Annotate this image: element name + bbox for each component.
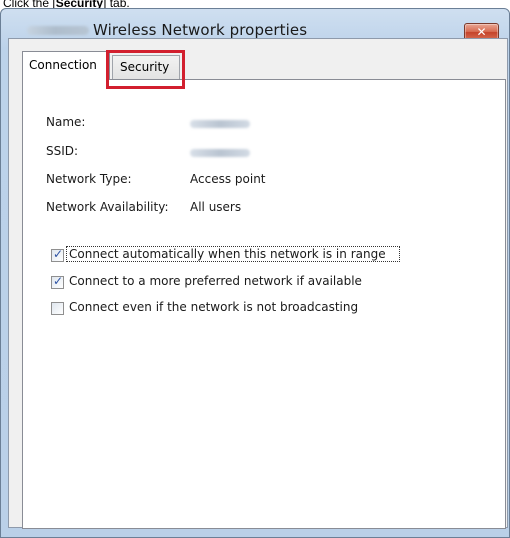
connect-automatically-label[interactable]: Connect automatically when this network …: [69, 247, 386, 261]
connect-preferred-checkbox[interactable]: ✓: [51, 274, 64, 289]
checkmark-icon: ✓: [52, 274, 64, 288]
name-label: Name:: [46, 115, 86, 129]
connect-not-broadcasting-checkbox[interactable]: [51, 302, 64, 315]
network-availability-label: Network Availability:: [46, 200, 169, 214]
close-icon: ✕: [476, 25, 487, 39]
connect-preferred-label[interactable]: Connect to a more preferred network if a…: [69, 274, 362, 288]
network-type-value: Access point: [190, 172, 266, 186]
network-type-label: Network Type:: [46, 172, 132, 186]
connect-automatically-checkbox[interactable]: ✓: [51, 247, 64, 262]
tab-connection[interactable]: Connection: [22, 51, 110, 80]
blurred-ssid-title-prefix: [27, 26, 89, 35]
tab-security[interactable]: Security: [112, 55, 180, 79]
window-title: Wireless Network properties: [93, 21, 308, 39]
blurred-name-value: [190, 120, 250, 128]
checkmark-icon: ✓: [52, 247, 64, 261]
blurred-ssid-value: [190, 149, 250, 157]
network-availability-value: All users: [190, 200, 242, 214]
tab-connection-label: Connection: [29, 58, 97, 72]
ssid-label: SSID:: [46, 144, 79, 158]
connect-not-broadcasting-label[interactable]: Connect even if the network is not broad…: [69, 300, 358, 314]
tab-security-label: Security: [120, 60, 170, 74]
